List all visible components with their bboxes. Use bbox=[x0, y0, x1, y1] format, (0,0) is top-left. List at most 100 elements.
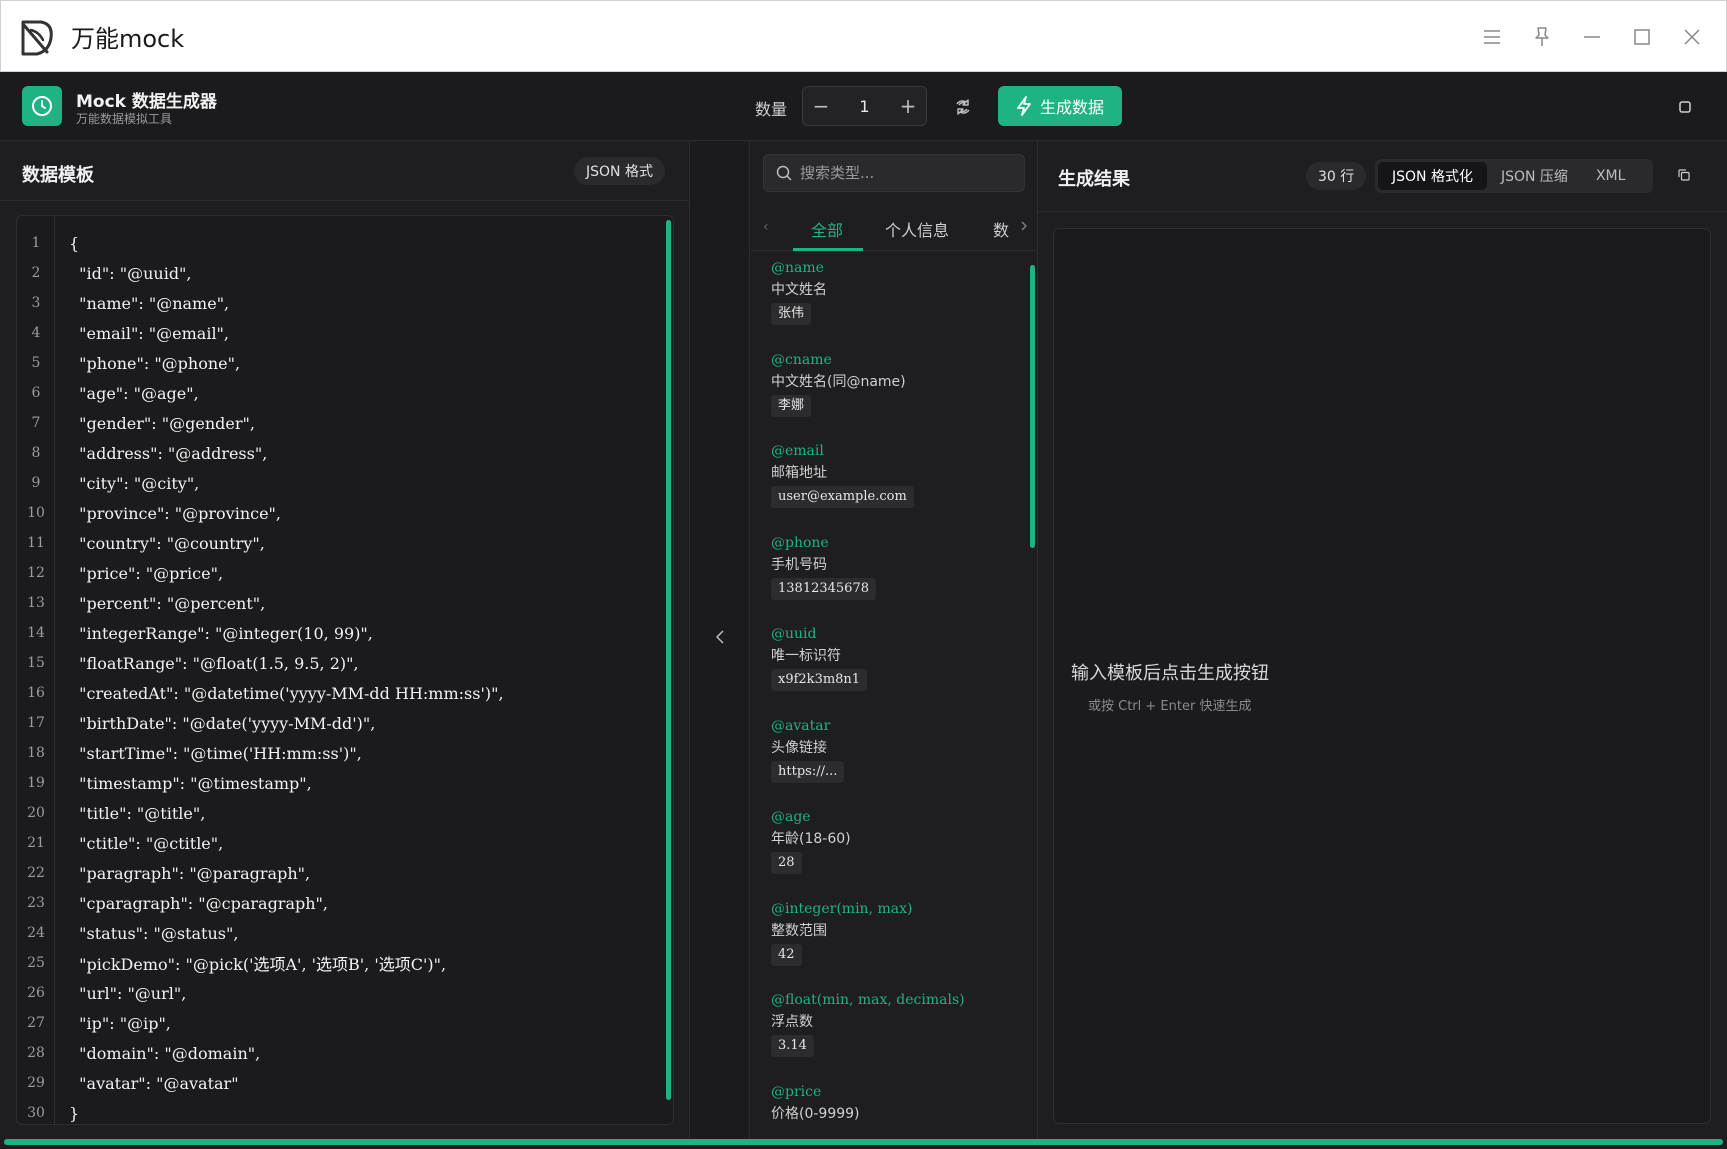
type-example: 28 bbox=[771, 852, 802, 874]
line-number: 3 bbox=[31, 295, 41, 311]
generate-button[interactable]: 生成数据 bbox=[998, 86, 1122, 126]
code-line: 14 "integerRange": "@integer(10, 99)", bbox=[17, 618, 657, 648]
type-example: 张伟 bbox=[771, 303, 812, 325]
maximize-button[interactable] bbox=[1628, 23, 1656, 51]
code-text: "id": "@uuid", bbox=[69, 263, 192, 283]
code-line: 5 "phone": "@phone", bbox=[17, 348, 657, 378]
window-titlebar: 万能mock bbox=[0, 0, 1727, 72]
code-line: 28 "domain": "@domain", bbox=[17, 1038, 657, 1068]
tab-numbers[interactable]: 数 bbox=[993, 217, 1009, 241]
type-example: 3.14 bbox=[771, 1035, 814, 1057]
collapse-strip bbox=[690, 141, 750, 1139]
type-list-item[interactable]: @cname 中文姓名(同@name) 李娜 bbox=[771, 349, 1021, 429]
type-description: 唯一标识符 bbox=[771, 648, 841, 664]
type-code: @phone bbox=[771, 534, 829, 551]
type-description: 邮箱地址 bbox=[771, 465, 827, 481]
type-code: @email bbox=[771, 443, 824, 459]
decrement-button[interactable]: − bbox=[803, 87, 839, 125]
pin-icon bbox=[1535, 27, 1549, 46]
menu-button[interactable] bbox=[1478, 23, 1506, 51]
type-example: 李娜 bbox=[771, 394, 812, 417]
type-description: 中文姓名(同@name) bbox=[771, 373, 906, 390]
type-list-item[interactable]: @age 年龄(18-60) 28 bbox=[771, 806, 1021, 886]
type-code: @avatar bbox=[771, 717, 831, 734]
code-line: 18 "startTime": "@time('HH:mm:ss')", bbox=[17, 738, 657, 768]
code-line: 3 "name": "@name", bbox=[17, 288, 657, 318]
line-number: 10 bbox=[27, 505, 45, 521]
line-number: 24 bbox=[27, 925, 45, 941]
code-text: "pickDemo": "@pick('选项A', '选项B', '选项C')"… bbox=[69, 955, 447, 974]
copy-button[interactable] bbox=[1675, 166, 1693, 184]
code-line: 6 "age": "@age", bbox=[17, 378, 657, 408]
line-number: 19 bbox=[27, 775, 45, 791]
line-number: 14 bbox=[27, 625, 45, 641]
tabs-scroll-right[interactable] bbox=[1021, 219, 1027, 235]
template-editor[interactable]: 1{2 "id": "@uuid", 3 "name": "@name", 4 "e… bbox=[16, 215, 674, 1125]
minimize-button[interactable] bbox=[1578, 23, 1606, 51]
template-panel-title: 数据模板 bbox=[22, 165, 94, 186]
increment-button[interactable]: + bbox=[890, 87, 926, 125]
type-list-item[interactable]: @phone 手机号码 13812345678 bbox=[771, 532, 1021, 612]
chevron-left-icon bbox=[716, 630, 724, 644]
tab-personal-info[interactable]: 个人信息 bbox=[885, 217, 949, 241]
code-text: "startTime": "@time('HH:mm:ss')", bbox=[69, 743, 362, 763]
type-list-scrollbar[interactable] bbox=[1030, 265, 1035, 548]
brand-subtitle: 万能数据模拟工具 bbox=[76, 112, 173, 126]
type-list-item[interactable]: @integer(min, max) 整数范围 42 bbox=[771, 898, 1021, 978]
tab-all[interactable]: 全部 bbox=[811, 217, 843, 241]
bottom-progress-bar bbox=[4, 1139, 1723, 1145]
search-icon bbox=[776, 165, 792, 181]
result-output[interactable]: 输入模板后点击生成按钮 或按 Ctrl + Enter 快速生成 bbox=[1053, 228, 1711, 1124]
type-list-item[interactable]: @price 价格(0-9999) bbox=[771, 1081, 1021, 1140]
quantity-stepper: − 1 + bbox=[802, 86, 927, 126]
line-number: 20 bbox=[27, 805, 45, 821]
type-list-item[interactable]: @name 中文姓名 张伟 bbox=[771, 257, 1021, 337]
row-count-badge: 30 行 bbox=[1306, 162, 1367, 190]
line-number: 18 bbox=[27, 745, 45, 761]
line-number: 11 bbox=[27, 535, 45, 551]
search-input[interactable] bbox=[800, 164, 1000, 182]
collapse-panel-button[interactable] bbox=[710, 625, 730, 649]
code-text: "percent": "@percent", bbox=[69, 593, 266, 613]
pin-button[interactable] bbox=[1528, 23, 1556, 51]
line-number: 21 bbox=[27, 835, 45, 851]
line-number: 7 bbox=[31, 415, 41, 431]
line-number: 22 bbox=[27, 865, 45, 881]
format-json-pretty[interactable]: JSON 格式化 bbox=[1378, 162, 1487, 190]
types-panel: ‹ 全部 个人信息 数 @name 中文姓名张伟 @cname 中文姓名(同@name… bbox=[751, 141, 1038, 1139]
code-text: "ip": "@ip", bbox=[69, 1013, 171, 1033]
editor-scrollbar[interactable] bbox=[666, 220, 671, 1100]
type-code: @cname bbox=[771, 351, 832, 368]
type-list-item[interactable]: @avatar 头像链接 https://... bbox=[771, 715, 1021, 795]
layout-toggle-button[interactable] bbox=[1675, 97, 1695, 117]
type-example: 13812345678 bbox=[771, 577, 876, 600]
code-text: "status": "@status", bbox=[69, 923, 239, 943]
type-list-item[interactable]: @email 邮箱地址 user@example.com bbox=[771, 440, 1021, 520]
code-text: "age": "@age", bbox=[69, 383, 199, 403]
format-json-minified[interactable]: JSON 压缩 bbox=[1487, 162, 1582, 190]
type-code: @name bbox=[771, 260, 824, 276]
format-badge: JSON 格式 bbox=[574, 157, 665, 185]
quantity-value[interactable]: 1 bbox=[839, 97, 890, 116]
line-number: 28 bbox=[27, 1045, 45, 1061]
type-list-item[interactable]: @float(min, max, decimals) 浮点数 3.14 bbox=[771, 989, 1021, 1069]
code-text: "email": "@email", bbox=[69, 323, 229, 343]
menu-icon bbox=[1484, 30, 1500, 44]
type-list-item[interactable]: @uuid 唯一标识符 x9f2k3m8n1 bbox=[771, 623, 1021, 703]
shuffle-button[interactable] bbox=[950, 94, 976, 120]
code-line: 15 "floatRange": "@float(1.5, 9.5, 2)", bbox=[17, 648, 657, 678]
empty-state-hint: 或按 Ctrl + Enter 快速生成 bbox=[1088, 699, 1252, 714]
line-number: 16 bbox=[27, 685, 45, 701]
close-button[interactable] bbox=[1678, 23, 1706, 51]
code-text: "timestamp": "@timestamp", bbox=[69, 773, 312, 793]
code-line: 2 "id": "@uuid", bbox=[17, 258, 657, 288]
format-xml[interactable]: XML bbox=[1582, 162, 1639, 190]
close-icon bbox=[1684, 29, 1700, 45]
type-description: 价格(0-9999) bbox=[771, 1105, 860, 1122]
divider bbox=[1038, 211, 1727, 212]
tabs-scroll-left[interactable]: ‹ bbox=[763, 219, 769, 235]
line-number: 17 bbox=[27, 715, 45, 731]
format-switch: JSON 格式化 JSON 压缩 XML bbox=[1375, 159, 1653, 193]
code-text: "integerRange": "@integer(10, 99)", bbox=[69, 623, 373, 643]
line-number: 29 bbox=[27, 1075, 45, 1091]
